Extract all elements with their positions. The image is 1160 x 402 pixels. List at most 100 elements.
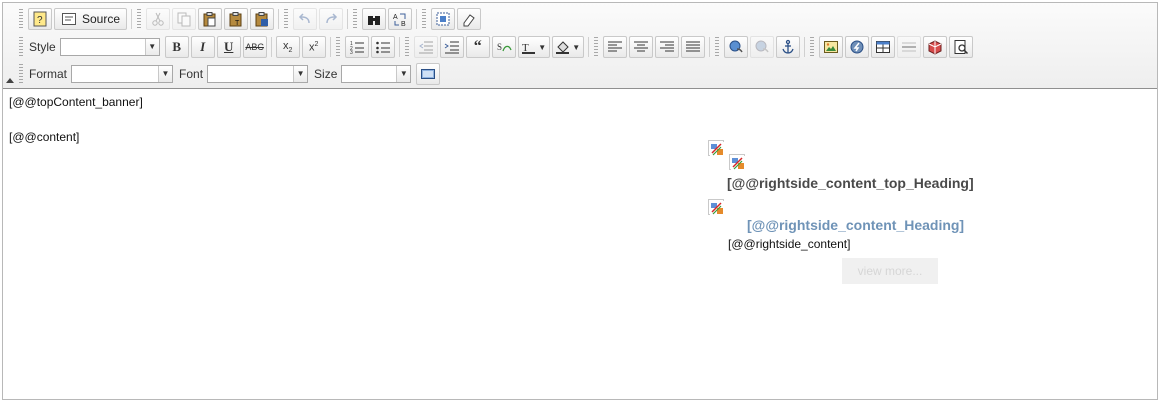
- copy-button[interactable]: [172, 8, 197, 30]
- style-select[interactable]: ▼: [59, 38, 160, 56]
- toolbar-grip[interactable]: [137, 9, 142, 29]
- outdent-button[interactable]: [413, 36, 438, 58]
- font-dropdown-arrow-icon[interactable]: ▼: [293, 66, 308, 82]
- broken-image-icon[interactable]: [708, 140, 724, 156]
- format-select[interactable]: ▼: [71, 65, 174, 83]
- collapse-toolbar-icon[interactable]: [6, 78, 14, 83]
- paste-button[interactable]: [198, 8, 223, 30]
- svg-text:T: T: [235, 20, 240, 27]
- paste-word-button[interactable]: [250, 8, 275, 30]
- bulleted-list-button[interactable]: [370, 36, 395, 58]
- style-dropdown-arrow-icon[interactable]: ▼: [144, 39, 159, 55]
- help-button[interactable]: ?: [28, 8, 52, 30]
- text-color-button[interactable]: T ▼: [517, 36, 550, 58]
- toolbar-grip[interactable]: [404, 37, 409, 57]
- superscript-button[interactable]: x2: [301, 36, 326, 58]
- source-button[interactable]: Source: [54, 8, 128, 30]
- link-icon: [729, 40, 743, 53]
- horizontal-rule-icon: [901, 42, 916, 52]
- link-button[interactable]: [723, 36, 748, 58]
- paste-text-icon: T: [229, 12, 242, 27]
- div-container-icon: S: [497, 42, 512, 52]
- paste-word-icon: [255, 12, 269, 27]
- bulleted-list-icon: [375, 41, 390, 54]
- banner-placeholder-text: [@@topContent_banner]: [9, 95, 143, 109]
- indent-icon: [444, 41, 459, 54]
- justify-button[interactable]: [680, 36, 705, 58]
- clipboard-icon: [203, 12, 216, 27]
- toolbar-grip[interactable]: [714, 37, 719, 57]
- toolbar-grip[interactable]: [809, 37, 814, 57]
- background-color-button[interactable]: ▼: [551, 36, 584, 58]
- indent-button[interactable]: [439, 36, 464, 58]
- numbered-list-icon: 123: [350, 41, 364, 55]
- maximize-button[interactable]: [416, 63, 441, 85]
- subscript-button[interactable]: x2: [275, 36, 300, 58]
- anchor-button[interactable]: [775, 36, 800, 58]
- font-label: Font: [179, 67, 204, 81]
- view-more-button[interactable]: view more...: [842, 258, 938, 284]
- broken-image-icon[interactable]: [708, 199, 724, 215]
- size-label: Size: [314, 67, 338, 81]
- outdent-icon: [418, 41, 433, 54]
- replace-icon: AB: [393, 13, 406, 27]
- size-dropdown-arrow-icon[interactable]: ▼: [396, 66, 411, 82]
- toolbar-separator: [131, 9, 133, 29]
- italic-button[interactable]: I: [190, 36, 215, 58]
- rightside-top-heading: [@@rightside_content_top_Heading]: [727, 175, 974, 191]
- numbered-list-button[interactable]: 123: [344, 36, 369, 58]
- preview-button[interactable]: [948, 36, 973, 58]
- scissors-icon: [152, 12, 164, 26]
- strikethrough-icon: ABC: [245, 42, 264, 52]
- select-all-icon: [436, 12, 450, 26]
- div-container-button[interactable]: S: [491, 36, 516, 58]
- redo-button[interactable]: [319, 8, 344, 30]
- toolbar-grip[interactable]: [19, 9, 23, 29]
- undo-button[interactable]: [293, 8, 318, 30]
- table-button[interactable]: [870, 36, 895, 58]
- cut-button[interactable]: [146, 8, 171, 30]
- rightside-content-text: [@@rightside_content]: [728, 237, 851, 251]
- toolbar-grip[interactable]: [593, 37, 598, 57]
- find-button[interactable]: [362, 8, 387, 30]
- select-all-button[interactable]: [431, 8, 456, 30]
- chevron-down-icon: ▼: [572, 42, 581, 52]
- strike-button[interactable]: ABC: [242, 36, 267, 58]
- editor-content[interactable]: [@@topContent_banner] [@@content] [@@rig…: [3, 89, 1157, 399]
- toolbar-row-3: Format ▼ Font ▼ Size ▼: [17, 62, 441, 86]
- remove-format-button[interactable]: [457, 8, 482, 30]
- horizontal-rule-button[interactable]: [896, 36, 921, 58]
- replace-button[interactable]: AB: [388, 8, 413, 30]
- align-left-button[interactable]: [602, 36, 627, 58]
- underline-button[interactable]: U: [216, 36, 241, 58]
- align-center-button[interactable]: [628, 36, 653, 58]
- toolbar-grip[interactable]: [19, 64, 23, 84]
- bold-button[interactable]: B: [164, 36, 189, 58]
- flash-button[interactable]: [844, 36, 869, 58]
- unlink-button[interactable]: [749, 36, 774, 58]
- svg-text:A: A: [393, 14, 398, 21]
- format-label: Format: [29, 67, 68, 81]
- font-select[interactable]: ▼: [207, 65, 309, 83]
- eraser-icon: [463, 14, 475, 27]
- format-dropdown-arrow-icon[interactable]: ▼: [158, 66, 173, 82]
- image-icon: [823, 41, 838, 53]
- toolbar-grip[interactable]: [335, 37, 340, 57]
- image-button[interactable]: [818, 36, 843, 58]
- subscript-icon: x2: [282, 39, 293, 55]
- toolbar-row-1: ? Source T A B: [17, 7, 482, 31]
- align-right-button[interactable]: [654, 36, 679, 58]
- toolbar-grip[interactable]: [353, 9, 358, 29]
- size-select[interactable]: ▼: [341, 65, 412, 83]
- blockquote-button[interactable]: “: [465, 36, 490, 58]
- paste-text-button[interactable]: T: [224, 8, 249, 30]
- toolbar-separator: [587, 37, 589, 57]
- broken-image-icon[interactable]: [729, 154, 745, 170]
- toolbar-grip[interactable]: [19, 37, 23, 57]
- toolbar-grip[interactable]: [284, 9, 289, 29]
- toolbar-separator: [708, 37, 710, 57]
- special-char-button[interactable]: [922, 36, 947, 58]
- source-button-label: Source: [82, 12, 121, 26]
- align-right-icon: [659, 41, 674, 52]
- toolbar-grip[interactable]: [422, 9, 427, 29]
